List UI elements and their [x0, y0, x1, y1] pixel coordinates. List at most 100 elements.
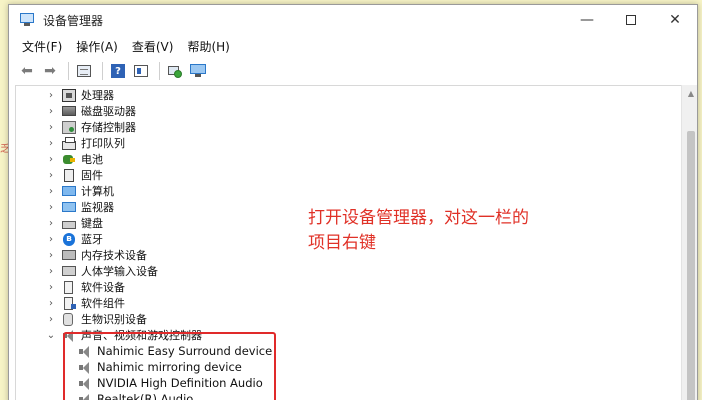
- expand-icon[interactable]: ›: [46, 122, 56, 133]
- biometric-icon: [63, 312, 73, 326]
- tree-item-label: 生物识别设备: [81, 313, 147, 326]
- help-button[interactable]: ?: [108, 61, 128, 81]
- monitor-icon: [190, 64, 206, 78]
- expand-icon[interactable]: ›: [46, 170, 56, 181]
- show-hide-console-tree-icon: [77, 65, 91, 77]
- window-title: 设备管理器: [43, 13, 104, 28]
- expand-icon[interactable]: ›: [46, 218, 56, 229]
- computer-icon: [62, 186, 76, 196]
- menu-help[interactable]: 帮助(H): [180, 35, 236, 59]
- back-icon: ⬅: [21, 63, 33, 79]
- expand-icon[interactable]: ›: [46, 234, 56, 245]
- minimize-icon: —: [580, 12, 594, 28]
- printer-icon: [62, 136, 76, 150]
- scroll-up-icon[interactable]: ▲: [682, 87, 697, 99]
- tree-item-label: 人体学输入设备: [81, 265, 158, 278]
- disk-icon: [62, 106, 76, 116]
- tree-item-label: 软件组件: [81, 297, 125, 310]
- close-button[interactable]: ✕: [653, 5, 697, 35]
- bluetooth-icon: ʙ: [63, 232, 75, 246]
- scan-hardware-button[interactable]: [165, 61, 185, 81]
- vertical-scrollbar[interactable]: ▲: [681, 85, 697, 400]
- software-component-icon: [64, 296, 76, 310]
- tree-item-computer[interactable]: › 计算机: [46, 183, 114, 199]
- tree-item-keyboards[interactable]: › 键盘: [46, 215, 103, 231]
- annotation-highlight-box: [63, 332, 276, 400]
- tree-item-human-interface-devices[interactable]: › 人体学输入设备: [46, 263, 158, 279]
- expand-icon[interactable]: ›: [46, 282, 56, 293]
- tree-item-firmware[interactable]: › 固件: [46, 167, 103, 183]
- toolbar: ⬅ ➡ ?: [9, 59, 697, 83]
- tree-item-monitors[interactable]: › 监视器: [46, 199, 114, 215]
- tree-item-biometric-devices[interactable]: › 生物识别设备: [46, 311, 147, 327]
- tree-item-label: 计算机: [81, 185, 114, 198]
- device-manager-icon: [19, 12, 35, 28]
- title-bar: 设备管理器 — ✕: [9, 5, 697, 35]
- tree-item-label: 电池: [81, 153, 103, 166]
- expand-icon[interactable]: ›: [46, 186, 56, 197]
- storage-controller-icon: [62, 120, 76, 134]
- expand-icon[interactable]: ›: [46, 314, 56, 325]
- tree-item-storage-controllers[interactable]: › 存储控制器: [46, 119, 136, 135]
- expand-icon[interactable]: ›: [46, 298, 56, 309]
- maximize-button[interactable]: [609, 5, 653, 35]
- tree-item-label: 蓝牙: [81, 233, 103, 246]
- console-tree-button[interactable]: [74, 61, 94, 81]
- toolbar-separator: [102, 62, 103, 80]
- battery-icon: [62, 153, 76, 166]
- expand-icon[interactable]: ›: [46, 250, 56, 261]
- menu-bar: 文件(F) 操作(A) 查看(V) 帮助(H): [9, 35, 697, 59]
- expand-icon[interactable]: ›: [46, 90, 56, 101]
- forward-button[interactable]: ➡: [40, 61, 60, 81]
- tree-item-label: 软件设备: [81, 281, 125, 294]
- tree-item-memory-technology-devices[interactable]: › 内存技术设备: [46, 247, 147, 263]
- tree-item-label: 内存技术设备: [81, 249, 147, 262]
- cpu-icon: [62, 88, 76, 102]
- menu-action[interactable]: 操作(A): [69, 35, 125, 59]
- hid-icon: [62, 266, 76, 276]
- tree-item-batteries[interactable]: › 电池: [46, 151, 103, 167]
- tree-item-software-devices[interactable]: › 软件设备: [46, 279, 125, 295]
- scrollbar-thumb[interactable]: [687, 131, 695, 400]
- tree-item-bluetooth[interactable]: › ʙ 蓝牙: [46, 231, 103, 247]
- software-device-icon: [64, 280, 73, 294]
- tree-item-processors[interactable]: › 处理器: [46, 87, 114, 103]
- monitor-icon: [62, 202, 76, 212]
- expand-icon[interactable]: ›: [46, 202, 56, 213]
- monitor-button[interactable]: [188, 61, 208, 81]
- keyboard-icon: [62, 221, 76, 229]
- memory-icon: [62, 250, 76, 260]
- properties-icon: [134, 65, 148, 77]
- annotation-text: 打开设备管理器，对这一栏的 项目右键: [308, 206, 578, 256]
- close-icon: ✕: [669, 12, 681, 28]
- tree-item-label: 打印队列: [81, 137, 125, 150]
- help-icon: ?: [111, 64, 125, 78]
- annotation-line-1: 打开设备管理器，对这一栏的: [308, 208, 529, 228]
- expand-icon[interactable]: ›: [46, 154, 56, 165]
- expand-icon[interactable]: ›: [46, 266, 56, 277]
- tree-item-disk-drives[interactable]: › 磁盘驱动器: [46, 103, 136, 119]
- properties-button[interactable]: [131, 61, 151, 81]
- collapse-icon[interactable]: ⌄: [46, 330, 56, 341]
- forward-icon: ➡: [44, 63, 56, 79]
- expand-icon[interactable]: ›: [46, 106, 56, 117]
- menu-view[interactable]: 查看(V): [125, 35, 181, 59]
- tree-item-label: 处理器: [81, 89, 114, 102]
- toolbar-separator: [159, 62, 160, 80]
- toolbar-separator: [68, 62, 69, 80]
- tree-item-label: 磁盘驱动器: [81, 105, 136, 118]
- menu-file[interactable]: 文件(F): [15, 35, 69, 59]
- background-mark: 乏: [0, 144, 10, 155]
- tree-item-label: 监视器: [81, 201, 114, 214]
- minimize-button[interactable]: —: [565, 5, 609, 35]
- maximize-icon: [626, 15, 636, 25]
- firmware-icon: [64, 168, 74, 182]
- annotation-line-2: 项目右键: [308, 233, 376, 253]
- tree-item-print-queues[interactable]: › 打印队列: [46, 135, 125, 151]
- tree-item-label: 键盘: [81, 217, 103, 230]
- tree-item-software-components[interactable]: › 软件组件: [46, 295, 125, 311]
- tree-item-label: 存储控制器: [81, 121, 136, 134]
- back-button[interactable]: ⬅: [17, 61, 37, 81]
- tree-item-label: 固件: [81, 169, 103, 182]
- expand-icon[interactable]: ›: [46, 138, 56, 149]
